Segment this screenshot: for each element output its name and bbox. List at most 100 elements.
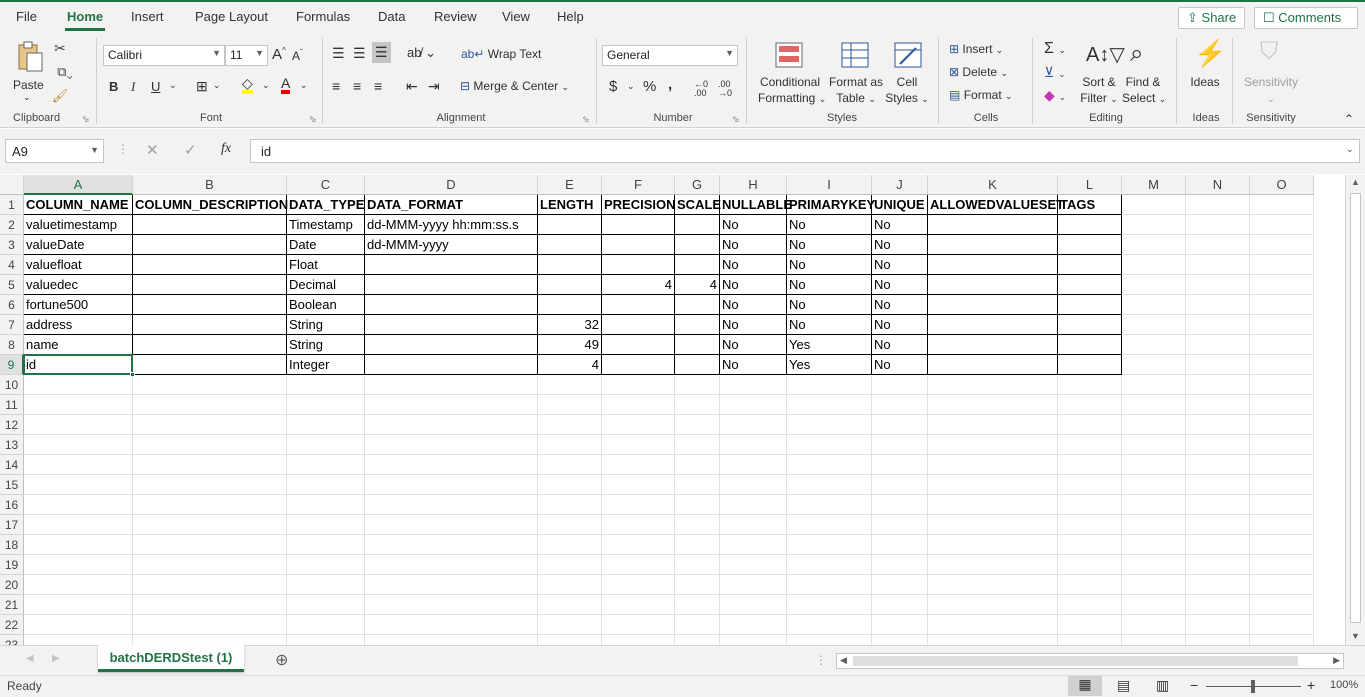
cell[interactable]: No xyxy=(720,255,787,275)
cell[interactable] xyxy=(872,595,928,615)
increase-font-icon[interactable]: A^ xyxy=(272,46,286,63)
column-header-h[interactable]: H xyxy=(720,175,787,195)
cell[interactable] xyxy=(1250,415,1314,435)
row-header[interactable]: 15 xyxy=(0,475,24,495)
cell[interactable]: No xyxy=(720,355,787,375)
header-cell[interactable]: NULLABLE xyxy=(720,195,792,215)
cell[interactable] xyxy=(1058,275,1122,295)
cell[interactable] xyxy=(720,435,787,455)
cell[interactable] xyxy=(287,575,365,595)
header-cell[interactable]: UNIQUE xyxy=(872,195,928,215)
cell[interactable] xyxy=(287,495,365,515)
decrease-decimal-icon[interactable]: .00 →0 xyxy=(718,80,732,98)
cell[interactable] xyxy=(872,475,928,495)
header-cell[interactable] xyxy=(1122,195,1186,215)
cell[interactable] xyxy=(720,515,787,535)
cell[interactable] xyxy=(720,635,787,645)
column-header-g[interactable]: G xyxy=(675,175,720,195)
cell[interactable] xyxy=(928,415,1058,435)
header-cell[interactable]: COLUMN_DESCRIPTION xyxy=(133,195,288,215)
cell[interactable] xyxy=(787,615,872,635)
prev-sheet-icon[interactable]: ◀ xyxy=(26,653,34,664)
font-launcher-icon[interactable]: ⬂ xyxy=(309,114,317,125)
cell[interactable] xyxy=(538,535,602,555)
cell[interactable] xyxy=(602,335,675,355)
tab-formulas[interactable]: Formulas xyxy=(296,9,350,29)
cell[interactable] xyxy=(928,315,1058,335)
cell[interactable] xyxy=(720,555,787,575)
cell[interactable] xyxy=(675,535,720,555)
cell[interactable] xyxy=(538,515,602,535)
cell[interactable] xyxy=(1250,455,1314,475)
cell[interactable]: 49 xyxy=(538,335,602,355)
cell[interactable] xyxy=(928,455,1058,475)
column-header-c[interactable]: C xyxy=(287,175,365,195)
cell[interactable] xyxy=(602,555,675,575)
cell[interactable]: No xyxy=(872,315,928,335)
cell[interactable] xyxy=(675,555,720,575)
sensitivity-button[interactable]: Sensitivity ⌄ xyxy=(1240,74,1302,107)
cell[interactable] xyxy=(133,615,287,635)
cell[interactable] xyxy=(720,575,787,595)
cell[interactable] xyxy=(1250,355,1314,375)
cell[interactable] xyxy=(365,315,538,335)
cell[interactable] xyxy=(602,495,675,515)
cell[interactable] xyxy=(928,335,1058,355)
cell[interactable] xyxy=(24,575,133,595)
cell[interactable] xyxy=(675,415,720,435)
cell[interactable]: Float xyxy=(287,255,365,275)
cell[interactable] xyxy=(538,555,602,575)
cell[interactable] xyxy=(928,635,1058,645)
name-box[interactable]: A9 ▼ xyxy=(5,139,104,163)
cell[interactable] xyxy=(602,215,675,235)
cell[interactable] xyxy=(1122,275,1186,295)
header-cell[interactable]: LENGTH xyxy=(538,195,602,215)
cell[interactable] xyxy=(720,615,787,635)
cell[interactable] xyxy=(1122,335,1186,355)
font-size-combo[interactable]: 11 ▼ xyxy=(225,45,268,66)
cell[interactable]: dd-MMM-yyyy xyxy=(365,235,538,255)
cell[interactable]: No xyxy=(787,235,872,255)
cell[interactable] xyxy=(928,235,1058,255)
cell[interactable] xyxy=(1058,335,1122,355)
row-header[interactable]: 1 xyxy=(0,195,24,215)
cell[interactable]: address xyxy=(24,315,133,335)
cell[interactable] xyxy=(1122,395,1186,415)
align-right-icon[interactable]: ≡ xyxy=(374,78,382,94)
cell[interactable] xyxy=(602,395,675,415)
cell[interactable] xyxy=(365,575,538,595)
row-header[interactable]: 12 xyxy=(0,415,24,435)
cell[interactable] xyxy=(1186,495,1250,515)
cell[interactable] xyxy=(1250,255,1314,275)
cell[interactable]: No xyxy=(720,335,787,355)
cell[interactable]: Decimal xyxy=(287,275,365,295)
cell[interactable] xyxy=(365,275,538,295)
cell[interactable] xyxy=(1058,215,1122,235)
cell[interactable] xyxy=(538,595,602,615)
cell[interactable] xyxy=(928,435,1058,455)
cell[interactable] xyxy=(133,555,287,575)
cell[interactable] xyxy=(928,255,1058,275)
hscroll-thumb[interactable] xyxy=(853,656,1298,666)
cell[interactable] xyxy=(675,575,720,595)
column-header-b[interactable]: B xyxy=(133,175,287,195)
cell[interactable] xyxy=(287,455,365,475)
cell[interactable] xyxy=(133,275,287,295)
cell[interactable] xyxy=(1058,395,1122,415)
cell[interactable] xyxy=(602,295,675,315)
format-cells-button[interactable]: ▤ Format ⌄ xyxy=(949,88,1013,102)
cell[interactable] xyxy=(133,435,287,455)
cell[interactable] xyxy=(1122,535,1186,555)
paste-button[interactable]: Paste xyxy=(13,78,44,92)
header-cell[interactable]: ALLOWEDVALUESET xyxy=(928,195,1064,215)
tab-help[interactable]: Help xyxy=(557,9,584,29)
column-header-d[interactable]: D xyxy=(365,175,538,195)
header-cell[interactable]: SCALE xyxy=(675,195,721,215)
cell[interactable]: Integer xyxy=(287,355,365,375)
row-header[interactable]: 11 xyxy=(0,395,24,415)
cell[interactable] xyxy=(602,235,675,255)
cell[interactable] xyxy=(365,515,538,535)
cell[interactable] xyxy=(24,455,133,475)
cell[interactable] xyxy=(928,595,1058,615)
cell[interactable] xyxy=(538,215,602,235)
